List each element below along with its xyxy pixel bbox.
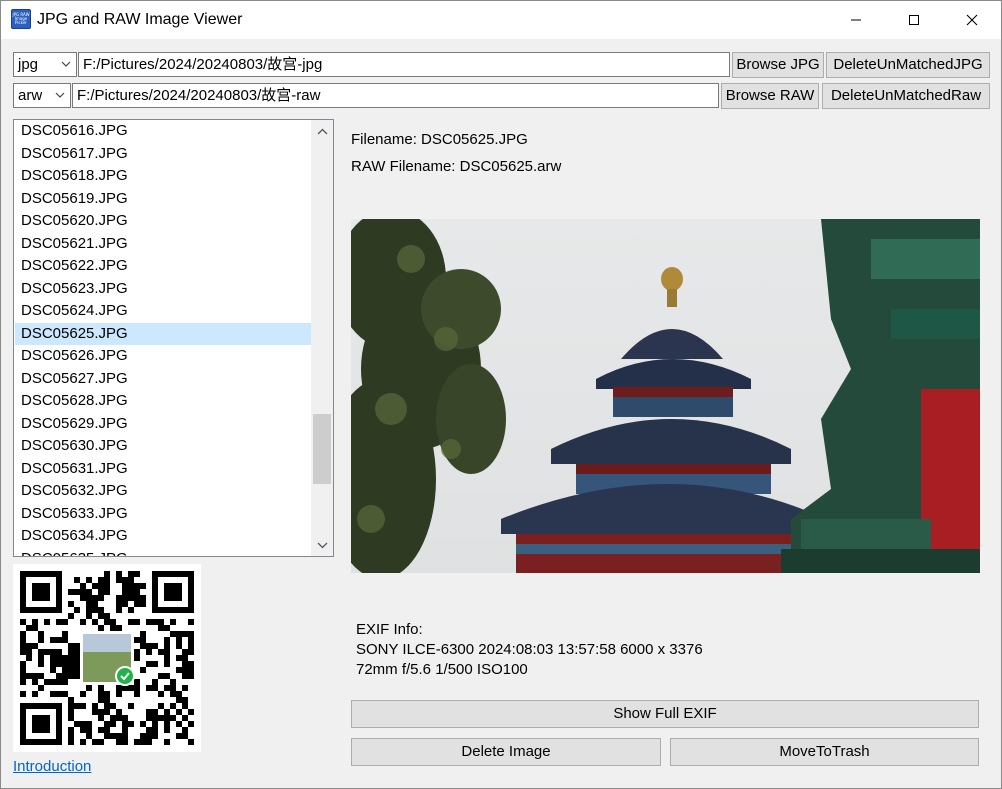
file-list-item[interactable]: DSC05618.JPG xyxy=(15,165,311,188)
exif-line-settings: 72mm f/5.6 1/500 ISO100 xyxy=(356,661,528,678)
window-title: JPG and RAW Image Viewer xyxy=(37,11,243,28)
raw-extension-select[interactable]: arw xyxy=(13,83,71,108)
file-list-item[interactable]: DSC05620.JPG xyxy=(15,210,311,233)
file-list-item[interactable]: DSC05617.JPG xyxy=(15,143,311,166)
filename-label: Filename: DSC05625.JPG xyxy=(351,131,528,148)
chevron-down-icon xyxy=(317,542,327,548)
file-list-scrollbar[interactable] xyxy=(311,120,333,556)
delete-image-button[interactable]: Delete Image xyxy=(351,738,661,766)
scroll-up-button[interactable] xyxy=(311,120,333,142)
qr-code-image xyxy=(13,564,201,752)
file-list-item[interactable]: DSC05631.JPG xyxy=(15,458,311,481)
scroll-down-button[interactable] xyxy=(311,534,333,556)
show-full-exif-button[interactable]: Show Full EXIF xyxy=(351,700,979,728)
file-list-item[interactable]: DSC05622.JPG xyxy=(15,255,311,278)
jpg-folder-path-input[interactable]: F:/Pictures/2024/20240803/故宫-jpg xyxy=(78,52,730,77)
chevron-down-icon xyxy=(55,92,65,98)
raw-folder-path-input[interactable]: F:/Pictures/2024/20240803/故宫-raw xyxy=(72,83,719,108)
file-list-items: DSC05616.JPG DSC05617.JPG DSC05618.JPG DSC0… xyxy=(15,120,311,557)
raw-extension-value: arw xyxy=(18,87,43,104)
exif-info: EXIF Info: SONY ILCE-6300 2024:08:03 13:… xyxy=(356,620,703,680)
chevron-up-icon xyxy=(317,128,327,134)
file-list-item[interactable]: DSC05624.JPG xyxy=(15,300,311,323)
jpg-extension-select[interactable]: jpg xyxy=(13,52,77,77)
file-list-item[interactable]: DSC05627.JPG xyxy=(15,368,311,391)
file-list-item[interactable]: DSC05635.JPG xyxy=(15,548,311,557)
browse-raw-button[interactable]: Browse RAW xyxy=(721,83,819,109)
browse-jpg-button[interactable]: Browse JPG xyxy=(732,52,824,78)
file-list[interactable]: DSC05616.JPG DSC05617.JPG DSC05618.JPG DSC0… xyxy=(13,119,334,557)
file-list-item[interactable]: DSC05621.JPG xyxy=(15,233,311,256)
jpg-extension-value: jpg xyxy=(18,56,39,73)
title-bar[interactable]: JPG RAW Image Picker JPG and RAW Image V… xyxy=(1,1,1001,39)
file-list-item[interactable]: DSC05616.JPG xyxy=(15,120,311,143)
file-list-item[interactable]: DSC05630.JPG xyxy=(15,435,311,458)
app-icon: JPG RAW Image Picker xyxy=(11,9,31,29)
file-list-item[interactable]: DSC05626.JPG xyxy=(15,345,311,368)
maximize-icon xyxy=(909,15,919,25)
minimize-icon xyxy=(851,19,861,21)
temple-photo xyxy=(351,219,980,573)
exif-heading: EXIF Info: xyxy=(356,621,423,638)
chevron-down-icon xyxy=(61,61,71,67)
file-list-item[interactable]: DSC05628.JPG xyxy=(15,390,311,413)
minimize-button[interactable] xyxy=(827,1,885,39)
delete-unmatched-jpg-button[interactable]: DeleteUnMatchedJPG xyxy=(826,52,990,78)
move-to-trash-button[interactable]: MoveToTrash xyxy=(670,738,979,766)
image-preview xyxy=(351,219,980,573)
app-window: JPG RAW Image Picker JPG and RAW Image V… xyxy=(0,0,1002,789)
file-list-item[interactable]: DSC05625.JPG xyxy=(15,322,311,345)
close-button[interactable] xyxy=(943,1,1001,39)
qr-code-graphic xyxy=(20,571,194,745)
delete-unmatched-raw-button[interactable]: DeleteUnMatchedRaw xyxy=(822,83,990,109)
file-list-item[interactable]: DSC05619.JPG xyxy=(15,188,311,211)
maximize-button[interactable] xyxy=(885,1,943,39)
file-list-item[interactable]: DSC05632.JPG xyxy=(15,480,311,503)
file-list-item[interactable]: DSC05633.JPG xyxy=(15,503,311,526)
file-list-item[interactable]: DSC05623.JPG xyxy=(15,278,311,301)
close-icon xyxy=(966,14,978,26)
introduction-link[interactable]: Introduction xyxy=(13,758,91,775)
scroll-thumb[interactable] xyxy=(313,414,331,484)
file-list-item[interactable]: DSC05629.JPG xyxy=(15,413,311,436)
file-list-item[interactable]: DSC05634.JPG xyxy=(15,525,311,548)
raw-filename-label: RAW Filename: DSC05625.arw xyxy=(351,158,562,175)
exif-line-camera: SONY ILCE-6300 2024:08:03 13:57:58 6000 … xyxy=(356,641,703,658)
